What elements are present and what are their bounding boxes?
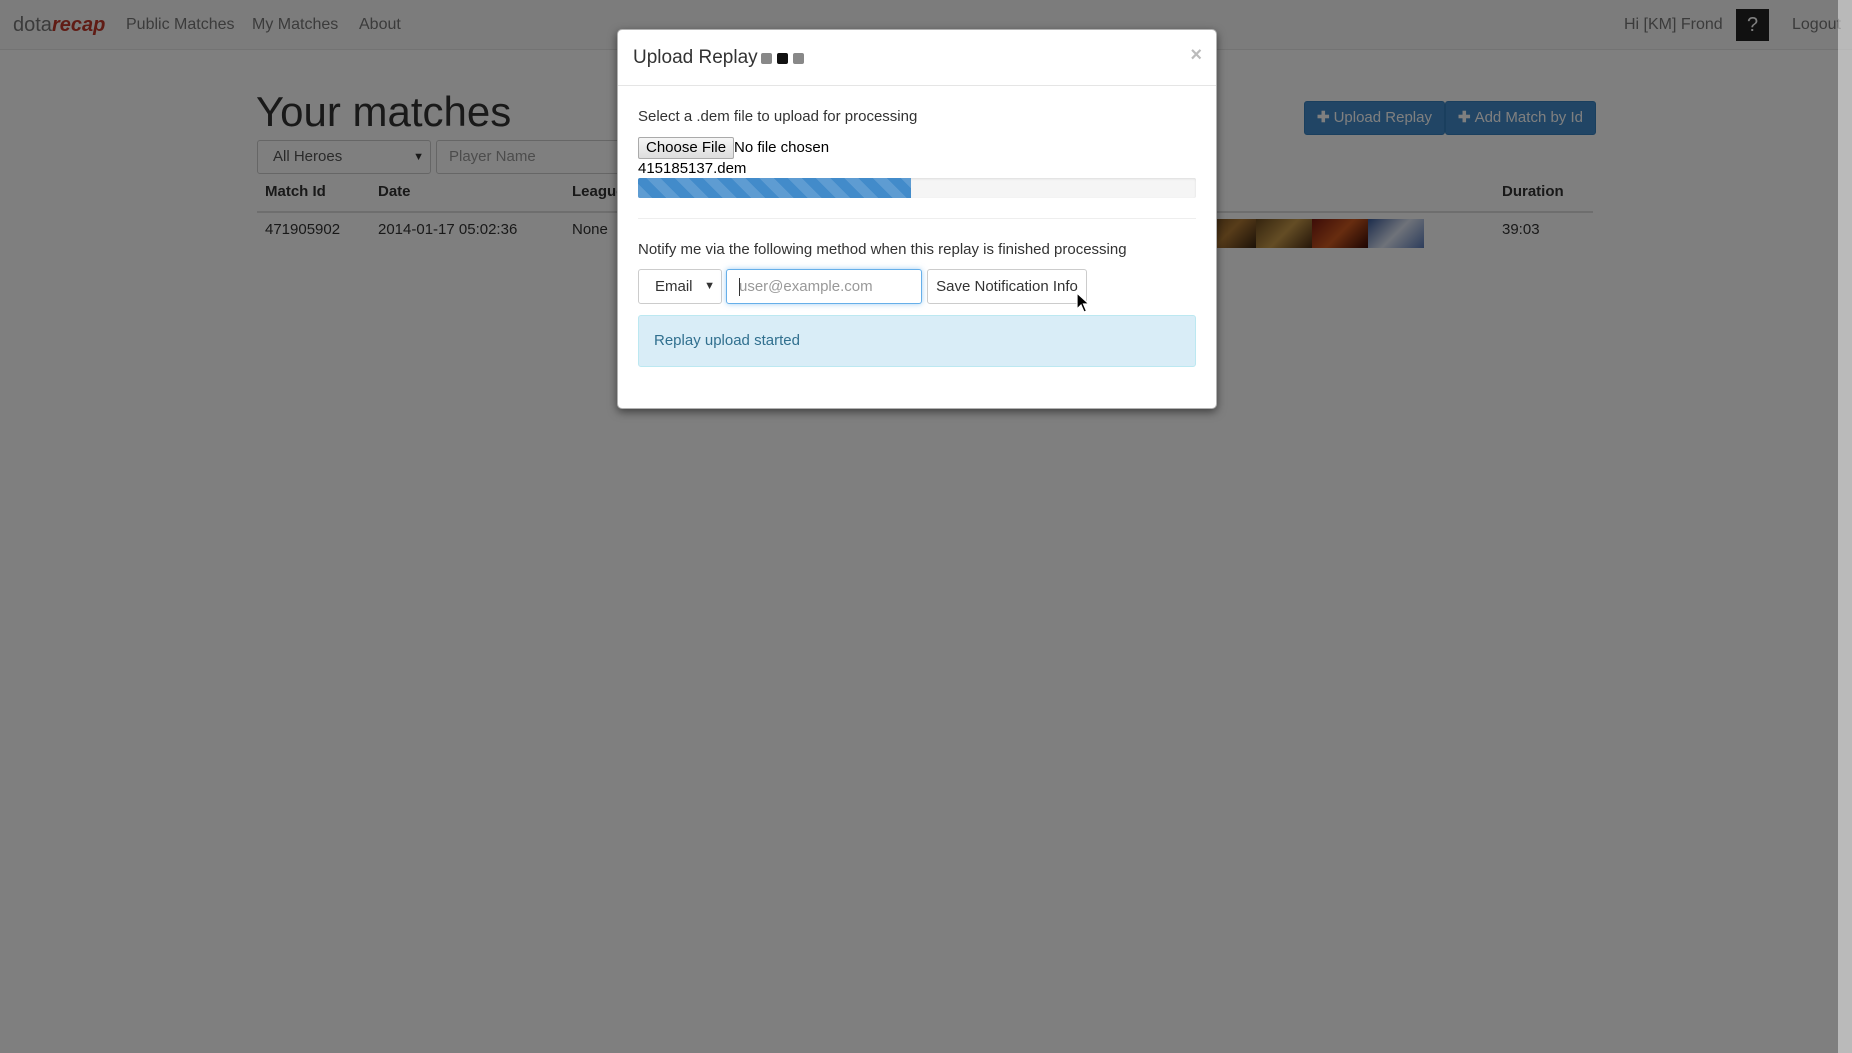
file-status: No file chosen [734, 139, 830, 156]
upload-instruction: Select a .dem file to upload for process… [638, 108, 918, 125]
loading-indicator [761, 53, 804, 64]
notify-method-select[interactable]: Email ▼ [638, 269, 722, 304]
text-cursor [739, 278, 740, 296]
mouse-pointer-icon [1076, 292, 1090, 313]
loading-dot [793, 53, 804, 64]
upload-progress-bar [638, 178, 912, 198]
email-input[interactable]: user@example.com [726, 269, 922, 304]
notify-instruction: Notify me via the following method when … [638, 241, 1127, 258]
modal-header: Upload Replay × [618, 30, 1216, 86]
divider [638, 218, 1196, 219]
modal-title: Upload Replay [633, 47, 758, 68]
save-notification-button[interactable]: Save Notification Info [927, 269, 1087, 304]
loading-dot [777, 53, 788, 64]
close-icon[interactable]: × [1190, 44, 1202, 67]
upload-progress [638, 178, 1196, 198]
caret-down-icon: ▼ [704, 280, 715, 292]
uploading-filename: 415185137.dem [638, 160, 747, 177]
upload-status-alert: Replay upload started [638, 315, 1196, 367]
choose-file-button[interactable]: Choose File [638, 137, 735, 159]
upload-replay-modal: Upload Replay × Select a .dem file to up… [617, 29, 1217, 409]
scrollbar[interactable] [1838, 0, 1852, 1053]
loading-dot [761, 53, 772, 64]
